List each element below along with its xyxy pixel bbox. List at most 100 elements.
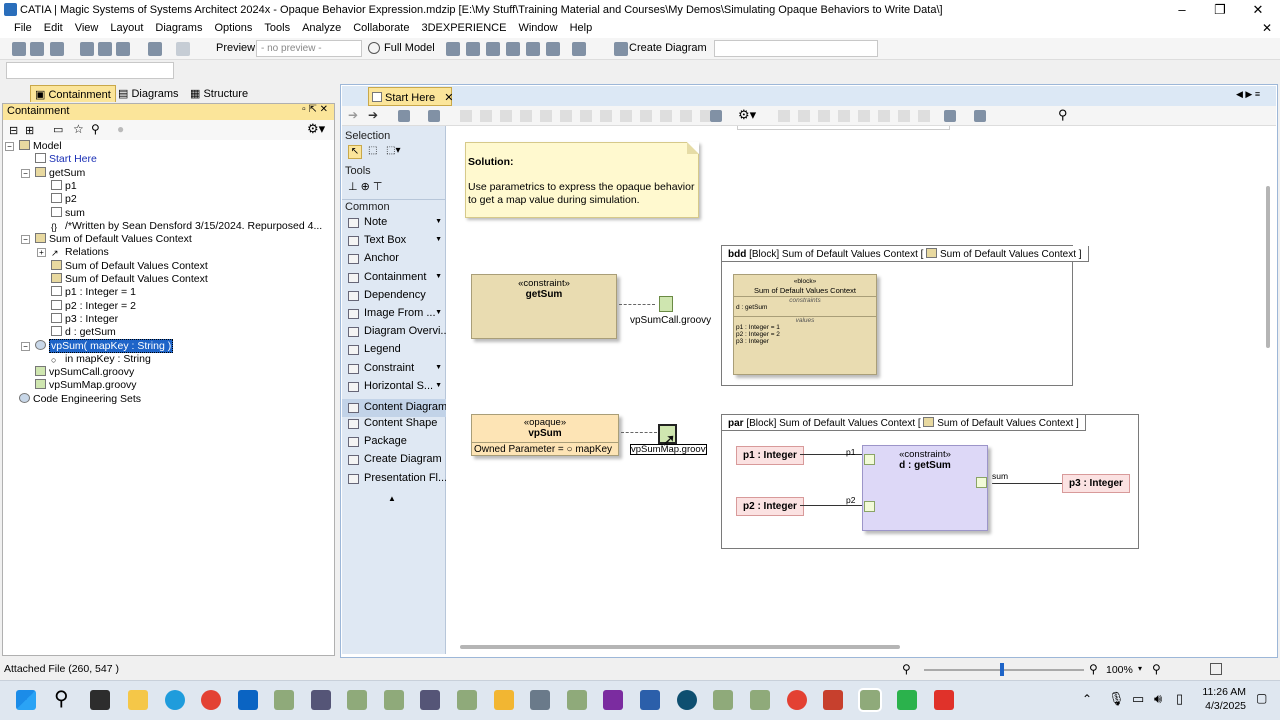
filter-icon[interactable]: ● xyxy=(117,122,124,136)
marquee-icon[interactable]: ⬚ xyxy=(368,145,377,156)
palette-item[interactable]: Diagram Overvi... xyxy=(342,323,446,341)
undo-icon[interactable] xyxy=(148,42,162,56)
create-diagram-button[interactable]: Create Diagram xyxy=(629,42,707,54)
pointer-icon[interactable]: ↖ xyxy=(348,145,362,159)
expand-toggle-icon[interactable]: − xyxy=(21,168,30,178)
palette-item[interactable]: Image From ... ▼ xyxy=(342,305,446,323)
full-model-icon[interactable] xyxy=(368,42,380,54)
properties-icon[interactable] xyxy=(116,42,130,56)
close-project-button[interactable]: ✕ xyxy=(1262,21,1272,35)
expand-toggle-icon[interactable]: − xyxy=(21,341,30,351)
palette-item[interactable]: Constraint ▼ xyxy=(342,360,446,378)
opaque-block-vpsum[interactable]: «opaque» vpSum Owned Parameter = ○ mapKe… xyxy=(471,414,619,456)
diagram-tool-icon[interactable] xyxy=(974,110,986,122)
tab-nav-icons[interactable]: ◀ ▶ ≡ xyxy=(1236,89,1260,100)
diagram-tool-icon[interactable] xyxy=(710,110,722,122)
word-icon[interactable] xyxy=(640,690,660,710)
menu-diagrams[interactable]: Diagrams xyxy=(149,20,208,36)
toolbar-tool-icon[interactable] xyxy=(466,42,480,56)
save-icon[interactable] xyxy=(50,42,64,56)
close-button[interactable]: ✕ xyxy=(1238,0,1278,20)
minimize-button[interactable]: – xyxy=(1162,0,1202,20)
clock-date[interactable]: 4/3/2025 xyxy=(1200,700,1246,712)
bdd-frame[interactable]: bdd [Block] Sum of Default Values Contex… xyxy=(721,245,1089,386)
bdd-block[interactable]: «block» Sum of Default Values Context co… xyxy=(733,274,877,375)
back-icon[interactable]: ➔ xyxy=(348,108,358,122)
menu-analyze[interactable]: Analyze xyxy=(296,20,347,36)
tab-close-icon[interactable]: ✕ xyxy=(444,92,453,104)
toolbar-tool-icon[interactable] xyxy=(546,42,560,56)
diagram-canvas[interactable]: Solution: Use parametrics to express the… xyxy=(447,126,1275,646)
palette-item[interactable]: Legend xyxy=(342,341,446,359)
folder-icon[interactable]: ▭ xyxy=(53,123,63,136)
palette-content-item[interactable]: Package xyxy=(342,433,446,451)
zoom-out-icon[interactable]: ⚲ xyxy=(902,662,911,676)
new-project-icon[interactable] xyxy=(12,42,26,56)
toolbar-tool-icon[interactable] xyxy=(506,42,520,56)
menu-edit[interactable]: Edit xyxy=(38,20,69,36)
dropdown-arrow-icon[interactable]: ▼ xyxy=(435,309,442,316)
search-icon[interactable]: ⚲ xyxy=(91,122,100,136)
dropdown-arrow-icon[interactable]: ▼ xyxy=(435,236,442,243)
onenote-icon[interactable] xyxy=(603,690,623,710)
app-icon[interactable] xyxy=(750,690,770,710)
menu-collaborate[interactable]: Collaborate xyxy=(347,20,415,36)
dropdown-arrow-icon[interactable]: ▼ xyxy=(435,218,442,225)
zoom-slider-thumb[interactable] xyxy=(1000,663,1004,676)
app-icon[interactable] xyxy=(457,690,477,710)
expand-toggle-icon[interactable]: − xyxy=(5,142,14,151)
forward-icon[interactable]: ➔ xyxy=(368,108,378,122)
collapse-icon[interactable]: ⊟ xyxy=(9,124,18,137)
panel-toggle-icon[interactable] xyxy=(1210,663,1222,675)
settings-icon[interactable]: ⚙▾ xyxy=(738,107,756,123)
volume-icon[interactable]: 🔊︎ xyxy=(1154,691,1162,707)
align-tools-icon[interactable]: ⊥ ⊕ ⊤ xyxy=(348,180,383,193)
menu-view[interactable]: View xyxy=(69,20,105,36)
groovy-file-icon[interactable] xyxy=(659,296,673,312)
palette-item[interactable]: Note ▼ xyxy=(342,214,446,232)
menu-tools[interactable]: Tools xyxy=(258,20,296,36)
port-sum[interactable] xyxy=(976,477,987,488)
active-app-icon[interactable] xyxy=(858,688,882,712)
app-icon[interactable] xyxy=(274,690,294,710)
port-p1[interactable] xyxy=(864,454,875,465)
port-p2[interactable] xyxy=(864,501,875,512)
zoom-slider[interactable] xyxy=(924,669,1084,671)
app-icon[interactable] xyxy=(384,690,404,710)
star-icon[interactable]: ☆ xyxy=(73,122,84,136)
clock-time[interactable]: 11:26 AM xyxy=(1200,686,1246,698)
app-icon[interactable] xyxy=(420,690,440,710)
menu-3dexperience[interactable]: 3DEXPERIENCE xyxy=(415,20,512,36)
expand-toggle-icon[interactable]: − xyxy=(21,235,30,245)
app-icon[interactable] xyxy=(494,690,514,710)
open-project-icon[interactable] xyxy=(30,42,44,56)
toolbar-tool-icon[interactable] xyxy=(446,42,460,56)
expand-icon[interactable]: ⊞ xyxy=(25,124,34,137)
panel-close-icon[interactable]: ▫ ⇱ ✕ xyxy=(302,104,328,115)
app-icon[interactable] xyxy=(713,690,733,710)
zoom-search-icon[interactable]: ⚲ xyxy=(1058,107,1068,123)
full-model-button[interactable]: Full Model xyxy=(384,42,435,54)
calculator-icon[interactable] xyxy=(530,690,550,710)
print-icon[interactable] xyxy=(80,42,94,56)
gear-icon[interactable]: ⚙▾ xyxy=(307,121,325,137)
taskbar-search-icon[interactable]: ⚲ xyxy=(54,686,69,711)
search-combo[interactable] xyxy=(6,62,174,79)
dropdown-arrow-icon[interactable]: ▼ xyxy=(435,273,442,280)
solution-note[interactable]: Solution: Use parametrics to express the… xyxy=(465,142,699,218)
app-icon[interactable] xyxy=(311,690,331,710)
diagram-tool-icon[interactable] xyxy=(944,110,956,122)
part-p3[interactable]: p3 : Integer xyxy=(1062,474,1130,493)
tab-diagrams[interactable]: ▤ Diagrams xyxy=(114,85,183,102)
tab-start-here[interactable]: Start Here ✕ xyxy=(368,87,453,106)
tab-structure[interactable]: ▦ Structure xyxy=(186,85,252,102)
app-icon[interactable] xyxy=(347,690,367,710)
network-icon[interactable]: ▭ xyxy=(1132,691,1144,707)
app-icon[interactable] xyxy=(897,690,917,710)
dropdown-arrow-icon[interactable]: ▼ xyxy=(435,382,442,389)
diagram-tool-icon[interactable] xyxy=(428,110,440,122)
app-icon[interactable] xyxy=(677,690,697,710)
tray-chevron-icon[interactable]: ⌃ xyxy=(1082,692,1092,706)
palette-content-item[interactable]: Content Shape xyxy=(342,415,446,433)
diagram-select[interactable] xyxy=(714,40,878,57)
